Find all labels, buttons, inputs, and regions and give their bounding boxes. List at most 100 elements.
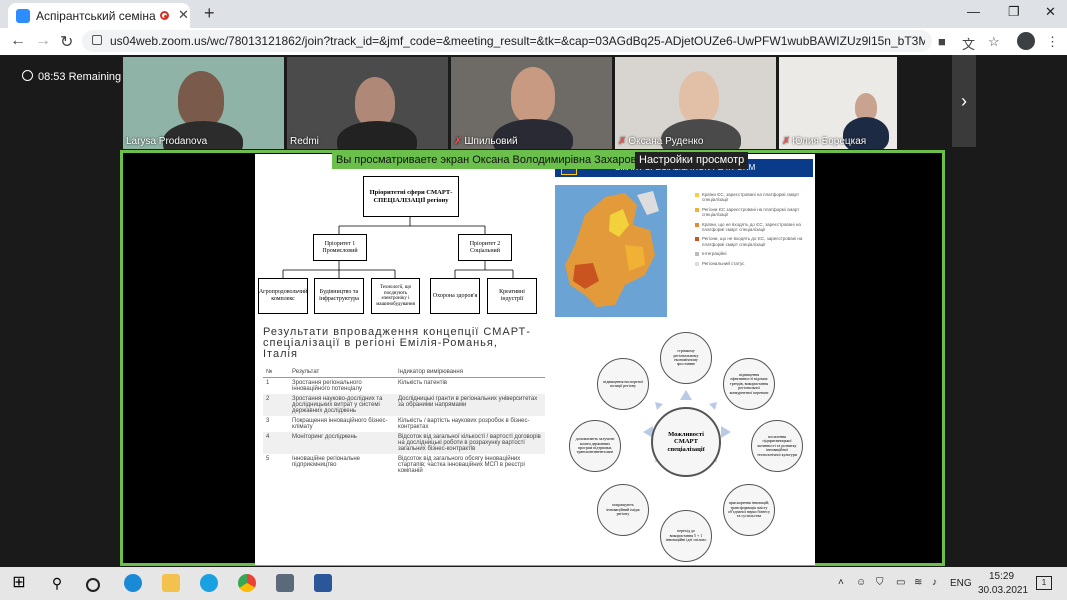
table-cell: Відсоток від загального обсягу інновацій… (398, 456, 525, 474)
outer-circle: прискорення інновацій; трансформація змі… (723, 484, 775, 536)
legend-item: Інтеграційні (695, 251, 805, 257)
url-text: us04web.zoom.us/wc/78013121862/join?trac… (110, 34, 925, 48)
view-options-button[interactable]: Настройки просмотр (635, 152, 749, 169)
chevron-right-icon: › (961, 91, 967, 111)
participant-video[interactable]: Larysa Prodanova (123, 57, 284, 149)
mic-muted-icon: ✗ (618, 136, 627, 147)
browser-tab-bar: Аспірантський семінар. ОНАХТ ✕ + — ❐ ✕ (0, 0, 1067, 28)
legend-text: Країни ЄС, зареєстровані на платформі см… (702, 192, 800, 203)
lock-icon (92, 35, 102, 45)
legend-text: Країни, що не входять до ЄС, зареєстрова… (702, 221, 801, 232)
battery-icon[interactable]: ▭ (896, 577, 905, 588)
legend-item: Країни ЄС, зареєстровані на платформі см… (695, 192, 805, 203)
participant-video[interactable]: ✗ Шпильовий (451, 57, 612, 149)
mic-muted-icon: ✗ (454, 136, 463, 147)
time-remaining: 08:53 Remaining (22, 70, 121, 83)
outer-circle: підвищення експортної позиції регіону (597, 358, 649, 410)
participant-face (679, 71, 719, 123)
file-explorer-icon[interactable] (162, 574, 180, 592)
tab-close-icon[interactable]: ✕ (178, 7, 189, 23)
skype-icon[interactable] (200, 574, 218, 592)
table-cell: Покращення інноваційного бізнес-клімату (292, 418, 388, 430)
chrome-icon[interactable] (238, 574, 256, 592)
outer-circle: допомагають залучити кошти державних про… (569, 420, 621, 472)
legend-text: Регіони, що не входять до ЄС, зареєстров… (702, 236, 803, 247)
table-cell: Кількість патентів (398, 380, 448, 386)
windows-start-icon[interactable]: ⊞ (10, 574, 28, 592)
calculator-icon[interactable] (276, 574, 294, 592)
tray-chevron-up-icon[interactable]: ˄ (838, 577, 844, 588)
tray-shield-icon[interactable]: ⛉ (876, 577, 884, 588)
tab-title: Аспірантський семінар. ОНАХТ (36, 9, 156, 23)
camera-icon[interactable]: ■ (938, 34, 946, 49)
center-circle: Можливості СМАРТ спеціалізації (651, 407, 721, 477)
sub-priority-box: Будівництво та інфраструктура (314, 278, 364, 314)
legend-text: Регіони ЄС зареєстровані на платформі см… (702, 206, 800, 218)
notification-center-icon[interactable]: 1 (1036, 576, 1052, 590)
table-cell: 2 (263, 394, 289, 416)
table-header-row: № Результат Індикатор вимірювання (263, 367, 545, 378)
legend-swatch (695, 261, 699, 266)
outer-circle: покращують інноваційний імідж регіону (597, 484, 649, 536)
reload-icon[interactable]: ↻ (60, 32, 73, 52)
participant-name: ✗ Оксана Руденко (618, 136, 703, 147)
wifi-icon[interactable]: ≋ (914, 577, 922, 588)
back-icon[interactable]: ← (10, 32, 26, 50)
participant-name: Larysa Prodanova (126, 136, 208, 147)
table-row: 1 Зростання регіонального інноваційного … (263, 378, 545, 395)
legend-swatch (695, 237, 699, 242)
table-header: Індикатор вимірювання (395, 367, 545, 378)
participant-video[interactable]: ✗ Юлия Борецкая (779, 57, 897, 149)
table-cell: Інноваційне регіональне підприємництво (292, 456, 360, 468)
search-icon[interactable]: ⚲ (48, 574, 66, 592)
new-tab-button[interactable]: + (204, 3, 215, 24)
outer-circle: стрімкому регіональному економічному зро… (660, 332, 712, 384)
translate-icon[interactable]: 文 (962, 34, 975, 53)
table-cell: Дослідницькі гранти в регіональних уніве… (395, 394, 545, 416)
share-banner: Вы просматриваете экран Оксана Володимир… (332, 152, 647, 169)
legend-swatch (695, 252, 699, 257)
sub-priority-box: Креативні індустрії (487, 278, 537, 314)
input-language[interactable]: ENG (950, 578, 972, 589)
table-cell: Зростання регіонального інноваційного по… (292, 380, 362, 392)
participant-face (178, 71, 224, 127)
profile-avatar-icon[interactable] (1017, 32, 1035, 50)
volume-icon[interactable]: ♪ (932, 577, 937, 588)
zoom-favicon-icon (16, 9, 30, 23)
outer-circle: підвищення ефективності відомих трендів,… (723, 358, 775, 410)
edge-browser-icon[interactable] (124, 574, 142, 592)
remaining-label: 08:53 Remaining (38, 71, 122, 83)
zoom-meeting-area: 08:53 Remaining Larysa Prodanova Redmi ✗… (0, 55, 1067, 567)
table-cell: Кількість / вартість наукових розробок в… (398, 418, 530, 430)
table-cell: 4 (263, 432, 289, 454)
minimize-icon[interactable]: — (967, 4, 980, 19)
clock-icon (22, 70, 33, 81)
priority1-box: Пріоритет 1 Промисловий (313, 234, 367, 261)
europe-map-shapes (565, 191, 659, 307)
participant-name: ✗ Шпильовий (454, 136, 518, 147)
participant-name-text: Шпильовий (464, 136, 518, 147)
browser-tab[interactable]: Аспірантський семінар. ОНАХТ ✕ (8, 3, 190, 28)
task-view-icon[interactable] (86, 578, 100, 592)
legend-swatch (695, 193, 699, 197)
clock-date[interactable]: 30.03.2021 (978, 585, 1028, 596)
next-participants-button[interactable]: › (952, 55, 976, 147)
forward-icon[interactable]: → (35, 32, 51, 50)
clock-time[interactable]: 15:29 (989, 571, 1014, 582)
maximize-icon[interactable]: ❐ (1008, 4, 1020, 20)
participant-video[interactable]: ✗ Оксана Руденко (615, 57, 776, 149)
table-row: 2 Зростання науково-дослідних та дослідн… (263, 394, 545, 416)
menu-kebab-icon[interactable]: ⋮ (1046, 34, 1059, 50)
participant-face (511, 67, 555, 123)
word-icon[interactable] (314, 574, 332, 592)
bookmark-star-icon[interactable]: ☆ (988, 34, 1000, 50)
address-bar[interactable]: us04web.zoom.us/wc/78013121862/join?trac… (82, 30, 932, 52)
table-row: 4 Моніторинг досліджень Відсоток від заг… (263, 432, 545, 454)
legend-text: Регіональний статус (702, 260, 745, 266)
table-cell: Моніторинг досліджень (289, 432, 395, 454)
legend-text: Інтеграційні (702, 251, 727, 257)
tray-people-icon[interactable]: ☺ (856, 577, 866, 588)
table-cell: Зростання науково-дослідних та дослідниц… (289, 394, 395, 416)
participant-video[interactable]: Redmi (287, 57, 448, 149)
close-window-icon[interactable]: ✕ (1045, 4, 1056, 20)
